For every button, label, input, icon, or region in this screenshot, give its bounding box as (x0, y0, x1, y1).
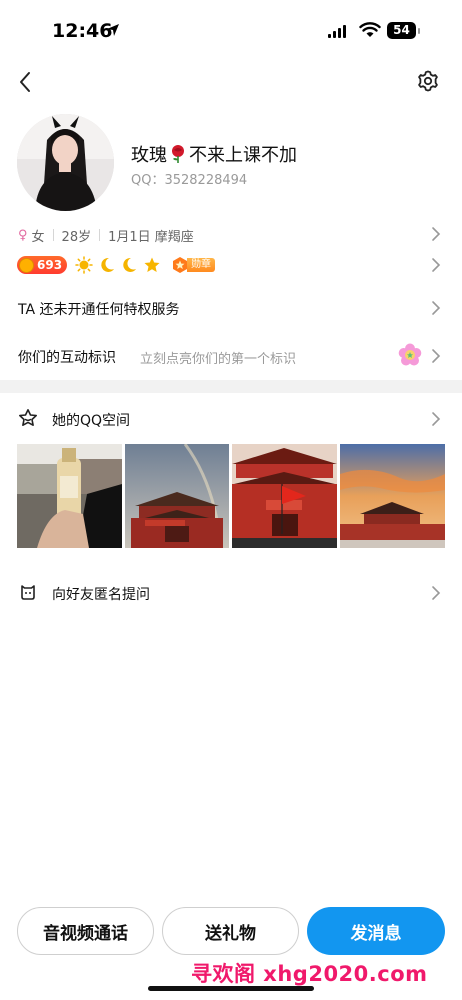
send-message-button[interactable]: 发消息 (307, 907, 445, 955)
birthday-sign-text: 1月1日 摩羯座 (108, 229, 194, 245)
section-divider (0, 380, 462, 393)
home-indicator (148, 986, 314, 991)
star-icon (144, 257, 160, 272)
location-arrow-icon (107, 24, 119, 36)
anonymous-question-title[interactable]: 向好友匿名提问 (52, 584, 150, 604)
interaction-flower-icon[interactable] (398, 343, 422, 367)
level-badge: 693 (17, 256, 68, 274)
qzone-photo[interactable] (17, 444, 122, 548)
back-icon[interactable] (14, 68, 38, 96)
watermark: 寻欢阁 xhg2020.com (191, 962, 428, 986)
status-bar: 12:46 54 (0, 0, 462, 60)
privilege-row[interactable]: TA 还未开通任何特权服务 (18, 299, 180, 319)
avatar[interactable] (17, 114, 114, 211)
interaction-mark-title[interactable]: 你们的互动标识 (18, 347, 116, 367)
level-coin-icon (19, 257, 34, 273)
nickname-suffix: 不来上课不加 (189, 145, 297, 166)
qzone-photo[interactable] (340, 444, 445, 548)
video-call-button[interactable]: 音视频通话 (17, 907, 154, 955)
basic-info-row[interactable]: ♀ 女 28岁 1月1日 摩羯座 (18, 226, 444, 245)
interaction-mark-hint: 立刻点亮你们的第一个标识 (140, 352, 297, 367)
wifi-icon (359, 22, 381, 37)
qzone-photo[interactable] (232, 444, 337, 548)
gender-text: 女 (31, 229, 45, 245)
qq-number: QQ：3528228494 (131, 173, 248, 188)
battery-cap (418, 28, 420, 34)
qzone-title[interactable]: 她的QQ空间 (52, 410, 130, 430)
info-separator (99, 229, 101, 241)
qzone-photo[interactable] (125, 444, 229, 548)
chevron-right-icon[interactable] (431, 226, 441, 242)
chevron-right-icon[interactable] (431, 585, 441, 601)
chevron-right-icon[interactable] (431, 300, 441, 316)
medal-badge: 勋章 (171, 256, 216, 274)
sun-icon (75, 256, 93, 274)
chevron-right-icon[interactable] (431, 257, 441, 273)
battery-indicator: 54 (387, 22, 416, 39)
qzone-star-icon (19, 409, 37, 426)
level-badge-row[interactable]: 693 勋章 (17, 255, 216, 275)
settings-gear-icon[interactable] (416, 69, 440, 93)
age-text: 28岁 (61, 229, 92, 245)
female-icon: ♀ (18, 227, 28, 243)
anonymous-question-icon (21, 585, 35, 600)
chevron-right-icon[interactable] (431, 411, 441, 427)
chevron-right-icon[interactable] (431, 348, 441, 364)
moon-icon (101, 257, 115, 272)
rose-emoji-icon (172, 145, 184, 163)
status-time: 12:46 (52, 20, 113, 42)
nickname-prefix: 玫瑰 (131, 145, 167, 166)
cellular-signal-icon (328, 25, 346, 38)
moon-icon (123, 257, 137, 272)
nickname: 玫瑰 不来上课不加 (131, 141, 297, 167)
send-gift-button[interactable]: 送礼物 (162, 907, 299, 955)
info-separator (52, 229, 54, 241)
medal-label: 勋章 (187, 258, 216, 272)
level-number: 693 (37, 258, 63, 272)
